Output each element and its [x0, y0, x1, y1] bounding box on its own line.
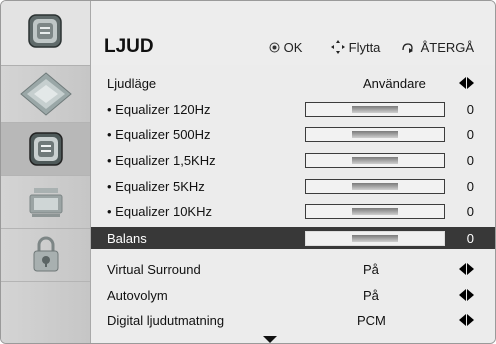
menu-logo-cell: [1, 1, 90, 66]
setting-label: • Equalizer 500Hz: [107, 127, 211, 142]
left-right-arrows-icon[interactable]: [459, 77, 475, 89]
input-icon: [28, 14, 62, 48]
setting-value: 0: [466, 179, 474, 194]
move-label: Flytta: [348, 40, 381, 55]
sidebar-item-time[interactable]: [1, 176, 90, 229]
level-slider[interactable]: [305, 231, 445, 246]
back-icon: [402, 43, 413, 53]
setting-value: 0: [466, 153, 474, 168]
setting-label: • Equalizer 10KHz: [107, 204, 212, 219]
setting-value: 0: [466, 127, 474, 142]
scroll-down-icon[interactable]: [263, 336, 277, 343]
setting-label: • Equalizer 5KHz: [107, 179, 205, 194]
setting-row-eq-500hz[interactable]: • Equalizer 500Hz 0: [91, 122, 495, 146]
setting-row-eq-10khz[interactable]: • Equalizer 10KHz 0: [91, 199, 495, 223]
setting-row-eq-5khz[interactable]: • Equalizer 5KHz 0: [91, 174, 495, 198]
sound-settings-list: Ljudläge Användare • Equalizer 120Hz 0 •…: [91, 65, 495, 343]
lock-icon: [33, 236, 59, 272]
setting-row-eq-120hz[interactable]: • Equalizer 120Hz 0: [91, 97, 495, 121]
setting-row-auto-volume[interactable]: Autovolym På: [91, 283, 495, 307]
setting-row-virtual-surround[interactable]: Virtual Surround På: [91, 257, 495, 281]
setting-value: Användare: [363, 76, 426, 91]
setting-value: 0: [466, 204, 474, 219]
slider-level: [352, 131, 398, 138]
sidebar-item-lock[interactable]: [1, 229, 90, 282]
slider-level: [352, 157, 398, 164]
setting-row-balance[interactable]: Balans 0: [91, 227, 495, 249]
navigate-arrows-icon: [331, 40, 345, 54]
level-slider[interactable]: [305, 153, 445, 168]
sound-icon: [29, 132, 63, 166]
level-slider[interactable]: [305, 204, 445, 219]
menu-header: LJUD OK Flytta ÅTERGÅ: [91, 1, 495, 66]
setting-label: • Equalizer 120Hz: [107, 102, 211, 117]
left-right-arrows-icon[interactable]: [459, 289, 475, 301]
category-sidebar: [1, 1, 91, 343]
setting-value: På: [363, 288, 379, 303]
ok-label: OK: [283, 40, 303, 55]
setting-value: 0: [466, 102, 474, 117]
setting-value: 0: [466, 231, 474, 246]
sidebar-item-sound[interactable]: [1, 123, 90, 176]
setting-label: Balans: [107, 231, 147, 246]
left-right-arrows-icon[interactable]: [459, 314, 475, 326]
ok-hint: OK: [269, 40, 302, 55]
move-hint: Flytta: [331, 40, 380, 55]
picture-icon: [20, 72, 72, 116]
time-icon: [29, 188, 63, 217]
setting-label: Digital ljudutmatning: [107, 313, 225, 328]
slider-level: [352, 235, 398, 242]
setting-label: Ljudläge: [107, 76, 157, 91]
level-slider[interactable]: [305, 179, 445, 194]
level-slider[interactable]: [305, 102, 445, 117]
left-right-arrows-icon[interactable]: [459, 263, 475, 275]
level-slider[interactable]: [305, 127, 445, 142]
slider-level: [352, 106, 398, 113]
ok-button-icon: [269, 42, 280, 53]
sidebar-empty-cell: [1, 282, 90, 343]
setting-label: • Equalizer 1,5KHz: [107, 153, 216, 168]
back-label: ÅTERGÅ: [420, 40, 475, 55]
osd-menu-window: LJUD OK Flytta ÅTERGÅ Ljudläge Användare…: [0, 0, 496, 344]
setting-value: På: [363, 262, 379, 277]
setting-row-digital-audio-out[interactable]: Digital ljudutmatning PCM: [91, 308, 495, 332]
slider-level: [352, 208, 398, 215]
setting-row-eq-1-5khz[interactable]: • Equalizer 1,5KHz 0: [91, 148, 495, 172]
slider-level: [352, 183, 398, 190]
setting-label: Virtual Surround: [107, 262, 201, 277]
setting-label: Autovolym: [107, 288, 168, 303]
page-title: LJUD: [104, 36, 154, 57]
setting-value: PCM: [357, 313, 386, 328]
back-hint: ÅTERGÅ: [401, 40, 474, 55]
sidebar-item-picture[interactable]: [1, 65, 90, 123]
setting-row-sound-mode[interactable]: Ljudläge Användare: [91, 71, 495, 95]
